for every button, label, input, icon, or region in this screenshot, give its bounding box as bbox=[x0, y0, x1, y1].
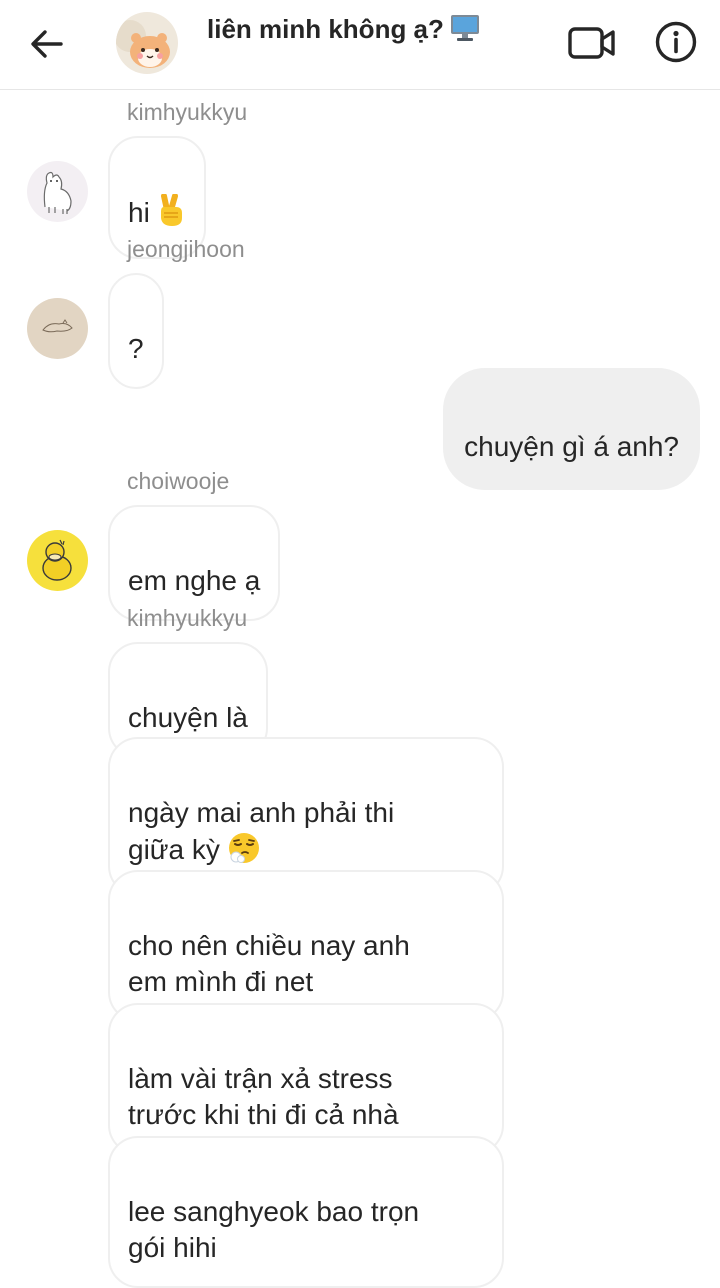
video-camera-icon bbox=[568, 27, 615, 59]
sender-name: jeongjihoon bbox=[127, 236, 245, 262]
chat-title[interactable]: liên minh không ạ? bbox=[207, 14, 480, 49]
message-bubble[interactable]: làm vài trận xả stress trước khi thi đi … bbox=[108, 1003, 504, 1155]
desktop-computer-icon bbox=[450, 14, 480, 49]
duck-avatar-icon bbox=[27, 530, 88, 591]
llama-avatar-icon bbox=[27, 161, 88, 222]
hamster-avatar-icon bbox=[116, 12, 178, 74]
sketch-avatar-icon bbox=[27, 298, 88, 359]
arrow-left-icon bbox=[31, 30, 63, 58]
sender-name: kimhyukkyu bbox=[127, 605, 248, 631]
back-button[interactable] bbox=[25, 22, 69, 66]
info-circle-icon bbox=[655, 21, 697, 63]
avatar-psyduck[interactable] bbox=[27, 530, 88, 591]
message-text: lee sanghyeok bao trọn gói hihi bbox=[128, 1196, 420, 1263]
avatar-llama[interactable] bbox=[27, 161, 88, 222]
message-bubble[interactable]: lee sanghyeok bao trọn gói hihi bbox=[108, 1136, 504, 1288]
message-text: em nghe ạ bbox=[128, 565, 261, 596]
message-text: cho nên chiều nay anh em mình đi net bbox=[128, 930, 410, 997]
message-text: chuyện gì á anh? bbox=[464, 431, 679, 462]
message-bubble[interactable]: ? bbox=[108, 273, 164, 389]
video-call-button[interactable] bbox=[566, 22, 618, 64]
message-text: làm vài trận xả stress trước khi thi đi … bbox=[128, 1063, 399, 1130]
conversation-info-button[interactable] bbox=[654, 20, 698, 64]
message-bubble[interactable]: em nghe ạ bbox=[108, 505, 281, 621]
message-text: chuyện là bbox=[128, 702, 248, 733]
sender-name: choiwooje bbox=[127, 468, 230, 494]
message-bubble[interactable]: cho nên chiều nay anh em mình đi net bbox=[108, 870, 504, 1022]
avatar-sketch[interactable] bbox=[27, 298, 88, 359]
message-text: hi bbox=[128, 197, 150, 228]
sender-name: kimhyukkyu bbox=[127, 99, 248, 125]
group-avatar[interactable] bbox=[116, 12, 178, 74]
chat-header: liên minh không ạ? bbox=[0, 0, 720, 90]
outgoing-message-bubble[interactable]: chuyện gì á anh? bbox=[443, 368, 700, 490]
victory-hand-emoji bbox=[156, 193, 186, 237]
chat-title-text: liên minh không ạ? bbox=[207, 14, 444, 44]
message-text: ? bbox=[128, 333, 144, 364]
face-exhaling-emoji bbox=[226, 831, 262, 874]
